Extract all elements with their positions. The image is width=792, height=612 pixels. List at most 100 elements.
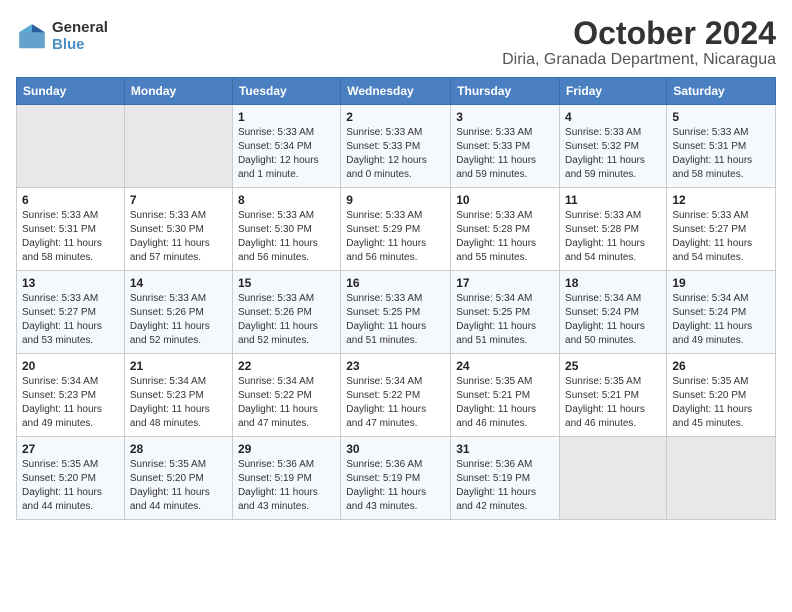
day-info: Sunrise: 5:33 AM Sunset: 5:25 PM Dayligh… (346, 292, 445, 348)
day-info: Sunrise: 5:33 AM Sunset: 5:31 PM Dayligh… (672, 126, 770, 182)
calendar-cell: 26 Sunrise: 5:35 AM Sunset: 5:20 PM Dayli… (667, 354, 776, 437)
day-number: 21 (130, 359, 227, 373)
calendar-cell: 16 Sunrise: 5:33 AM Sunset: 5:25 PM Dayli… (341, 271, 451, 354)
day-info: Sunrise: 5:35 AM Sunset: 5:20 PM Dayligh… (22, 458, 119, 514)
calendar-week-3: 13 Sunrise: 5:33 AM Sunset: 5:27 PM Dayli… (17, 271, 776, 354)
day-number: 16 (346, 276, 445, 290)
day-number: 20 (22, 359, 119, 373)
calendar-cell: 4 Sunrise: 5:33 AM Sunset: 5:32 PM Daylig… (560, 105, 667, 188)
calendar-cell: 18 Sunrise: 5:34 AM Sunset: 5:24 PM Dayli… (560, 271, 667, 354)
title-block: October 2024 Diria, Granada Department, … (502, 16, 776, 69)
day-number: 9 (346, 193, 445, 207)
logo: General Blue (16, 20, 108, 53)
day-info: Sunrise: 5:34 AM Sunset: 5:22 PM Dayligh… (346, 375, 445, 431)
day-info: Sunrise: 5:33 AM Sunset: 5:26 PM Dayligh… (238, 292, 335, 348)
day-info: Sunrise: 5:35 AM Sunset: 5:20 PM Dayligh… (130, 458, 227, 514)
calendar-cell: 14 Sunrise: 5:33 AM Sunset: 5:26 PM Dayli… (124, 271, 232, 354)
day-info: Sunrise: 5:33 AM Sunset: 5:31 PM Dayligh… (22, 209, 119, 265)
page-subtitle: Diria, Granada Department, Nicaragua (502, 51, 776, 69)
weekday-header-monday: Monday (124, 78, 232, 105)
calendar-cell: 29 Sunrise: 5:36 AM Sunset: 5:19 PM Dayli… (232, 437, 340, 520)
calendar-week-4: 20Sunrise: 5:34 AM Sunset: 5:23 PM Dayli… (17, 354, 776, 437)
day-info: Sunrise: 5:34 AM Sunset: 5:24 PM Dayligh… (565, 292, 661, 348)
day-number: 1 (238, 110, 335, 124)
calendar-cell: 10Sunrise: 5:33 AM Sunset: 5:28 PM Dayli… (451, 188, 560, 271)
day-info: Sunrise: 5:36 AM Sunset: 5:19 PM Dayligh… (346, 458, 445, 514)
day-info: Sunrise: 5:33 AM Sunset: 5:28 PM Dayligh… (456, 209, 554, 265)
day-number: 4 (565, 110, 661, 124)
day-number: 25 (565, 359, 661, 373)
calendar-cell: 7 Sunrise: 5:33 AM Sunset: 5:30 PM Daylig… (124, 188, 232, 271)
day-number: 29 (238, 442, 335, 456)
weekday-header-friday: Friday (560, 78, 667, 105)
calendar-cell: 21Sunrise: 5:34 AM Sunset: 5:23 PM Dayli… (124, 354, 232, 437)
day-number: 19 (672, 276, 770, 290)
calendar-cell: 12Sunrise: 5:33 AM Sunset: 5:27 PM Dayli… (667, 188, 776, 271)
day-number: 6 (22, 193, 119, 207)
day-info: Sunrise: 5:33 AM Sunset: 5:32 PM Dayligh… (565, 126, 661, 182)
calendar-cell: 15 Sunrise: 5:33 AM Sunset: 5:26 PM Dayli… (232, 271, 340, 354)
day-number: 7 (130, 193, 227, 207)
day-info: Sunrise: 5:33 AM Sunset: 5:33 PM Dayligh… (456, 126, 554, 182)
day-info: Sunrise: 5:33 AM Sunset: 5:27 PM Dayligh… (22, 292, 119, 348)
calendar-cell (560, 437, 667, 520)
calendar-cell: 8Sunrise: 5:33 AM Sunset: 5:30 PM Daylig… (232, 188, 340, 271)
day-info: Sunrise: 5:36 AM Sunset: 5:19 PM Dayligh… (238, 458, 335, 514)
day-info: Sunrise: 5:33 AM Sunset: 5:30 PM Dayligh… (130, 209, 227, 265)
day-number: 31 (456, 442, 554, 456)
weekday-header-tuesday: Tuesday (232, 78, 340, 105)
calendar-cell: 23 Sunrise: 5:34 AM Sunset: 5:22 PM Dayli… (341, 354, 451, 437)
day-number: 3 (456, 110, 554, 124)
calendar-week-5: 27Sunrise: 5:35 AM Sunset: 5:20 PM Dayli… (17, 437, 776, 520)
day-number: 26 (672, 359, 770, 373)
day-number: 13 (22, 276, 119, 290)
day-info: Sunrise: 5:34 AM Sunset: 5:25 PM Dayligh… (456, 292, 554, 348)
calendar-cell: 22 Sunrise: 5:34 AM Sunset: 5:22 PM Dayli… (232, 354, 340, 437)
day-number: 11 (565, 193, 661, 207)
calendar-cell: 2 Sunrise: 5:33 AM Sunset: 5:33 PM Daylig… (341, 105, 451, 188)
day-number: 24 (456, 359, 554, 373)
logo-text: General Blue (52, 20, 108, 53)
weekday-header-row: SundayMondayTuesdayWednesdayThursdayFrid… (17, 78, 776, 105)
calendar-cell: 11Sunrise: 5:33 AM Sunset: 5:28 PM Dayli… (560, 188, 667, 271)
day-number: 30 (346, 442, 445, 456)
day-number: 15 (238, 276, 335, 290)
day-info: Sunrise: 5:33 AM Sunset: 5:26 PM Dayligh… (130, 292, 227, 348)
day-number: 14 (130, 276, 227, 290)
day-number: 5 (672, 110, 770, 124)
day-info: Sunrise: 5:33 AM Sunset: 5:27 PM Dayligh… (672, 209, 770, 265)
day-number: 22 (238, 359, 335, 373)
calendar-cell: 9Sunrise: 5:33 AM Sunset: 5:29 PM Daylig… (341, 188, 451, 271)
calendar-cell: 5 Sunrise: 5:33 AM Sunset: 5:31 PM Daylig… (667, 105, 776, 188)
calendar-cell: 17 Sunrise: 5:34 AM Sunset: 5:25 PM Dayli… (451, 271, 560, 354)
calendar-cell (667, 437, 776, 520)
calendar-cell: 1Sunrise: 5:33 AM Sunset: 5:34 PM Daylig… (232, 105, 340, 188)
logo-blue-text: Blue (52, 37, 108, 54)
day-number: 18 (565, 276, 661, 290)
weekday-header-saturday: Saturday (667, 78, 776, 105)
day-number: 17 (456, 276, 554, 290)
calendar-cell (124, 105, 232, 188)
calendar-cell: 30 Sunrise: 5:36 AM Sunset: 5:19 PM Dayli… (341, 437, 451, 520)
weekday-header-thursday: Thursday (451, 78, 560, 105)
calendar-cell: 24Sunrise: 5:35 AM Sunset: 5:21 PM Dayli… (451, 354, 560, 437)
calendar-cell: 20Sunrise: 5:34 AM Sunset: 5:23 PM Dayli… (17, 354, 125, 437)
day-number: 23 (346, 359, 445, 373)
calendar-week-2: 6 Sunrise: 5:33 AM Sunset: 5:31 PM Daylig… (17, 188, 776, 271)
day-info: Sunrise: 5:35 AM Sunset: 5:21 PM Dayligh… (565, 375, 661, 431)
calendar-cell: 27Sunrise: 5:35 AM Sunset: 5:20 PM Dayli… (17, 437, 125, 520)
calendar-cell: 6 Sunrise: 5:33 AM Sunset: 5:31 PM Daylig… (17, 188, 125, 271)
page-title: October 2024 (502, 16, 776, 51)
day-info: Sunrise: 5:35 AM Sunset: 5:20 PM Dayligh… (672, 375, 770, 431)
logo-icon (16, 21, 48, 53)
calendar-cell: 31 Sunrise: 5:36 AM Sunset: 5:19 PM Dayli… (451, 437, 560, 520)
page-header: General Blue October 2024 Diria, Granada… (16, 16, 776, 69)
calendar-cell (17, 105, 125, 188)
day-info: Sunrise: 5:34 AM Sunset: 5:22 PM Dayligh… (238, 375, 335, 431)
day-info: Sunrise: 5:33 AM Sunset: 5:30 PM Dayligh… (238, 209, 335, 265)
weekday-header-sunday: Sunday (17, 78, 125, 105)
day-info: Sunrise: 5:33 AM Sunset: 5:33 PM Dayligh… (346, 126, 445, 182)
calendar-cell: 25 Sunrise: 5:35 AM Sunset: 5:21 PM Dayli… (560, 354, 667, 437)
day-number: 2 (346, 110, 445, 124)
day-info: Sunrise: 5:36 AM Sunset: 5:19 PM Dayligh… (456, 458, 554, 514)
